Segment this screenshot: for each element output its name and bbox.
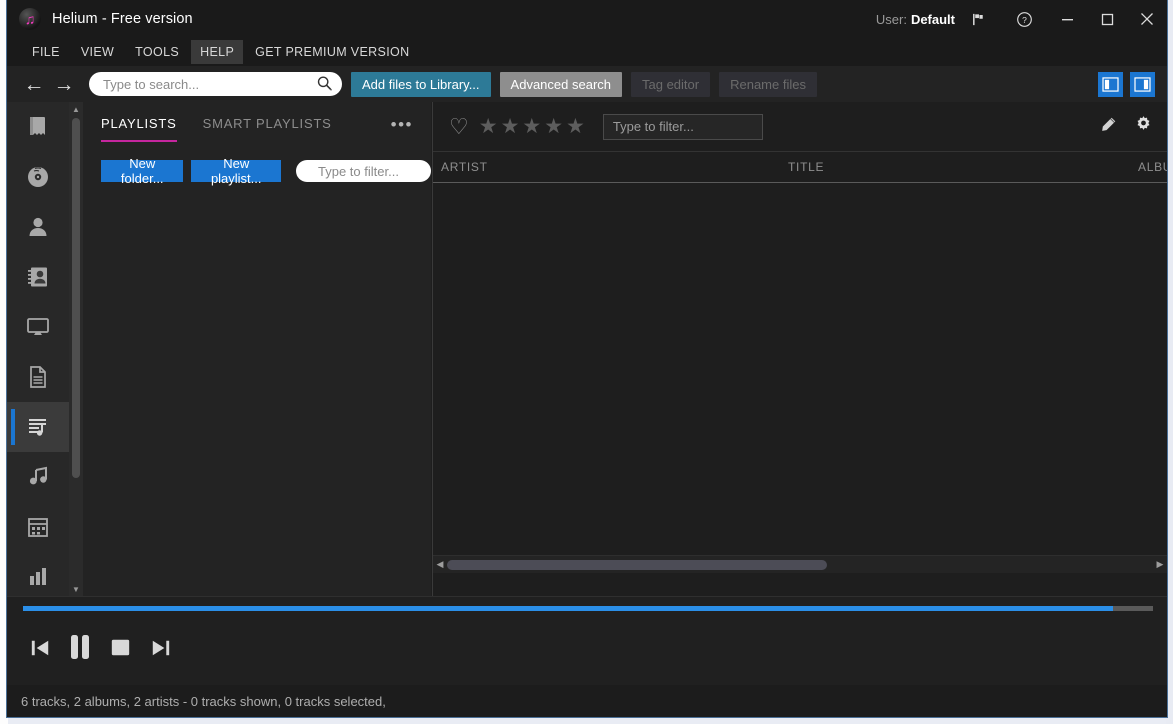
close-icon[interactable]	[1127, 0, 1167, 38]
help-icon[interactable]: ?	[1001, 0, 1047, 38]
tab-smart-playlists[interactable]: SMART PLAYLISTS	[203, 116, 332, 133]
search-box[interactable]	[89, 72, 342, 96]
menu-file[interactable]: FILE	[23, 40, 69, 64]
star-icon[interactable]: ★	[566, 116, 585, 137]
maximize-icon[interactable]	[1087, 0, 1127, 38]
playback-progress-track[interactable]	[23, 606, 1153, 611]
rating-filter-stars[interactable]: ★ ★ ★ ★ ★	[479, 116, 585, 137]
star-icon[interactable]: ★	[501, 116, 520, 137]
menu-view[interactable]: VIEW	[72, 40, 123, 64]
menu-bar: FILE VIEW TOOLS HELP GET PREMIUM VERSION	[7, 38, 1167, 66]
sidebar-item-display[interactable]	[7, 302, 69, 352]
layout-toggle-group	[1098, 72, 1155, 97]
hscroll-thumb[interactable]	[447, 560, 827, 570]
star-icon[interactable]: ★	[479, 116, 498, 137]
track-grid-horizontal-scrollbar[interactable]: ◀ ▶	[433, 555, 1167, 573]
hscroll-track[interactable]	[447, 560, 1153, 570]
tag-editor-button[interactable]: Tag editor	[631, 72, 710, 97]
heart-outline-icon[interactable]: ♡	[449, 116, 469, 138]
track-grid-column-headers: ARTIST TITLE ALBU	[433, 152, 1167, 183]
application-root: ♫ Helium - Free version User: Default ?	[0, 0, 1173, 724]
rail-scroll-up-icon[interactable]: ▲	[69, 102, 83, 116]
rail-scrollbar[interactable]: ▲ ▼	[69, 102, 83, 596]
playlists-action-row: New folder... New playlist...	[83, 160, 431, 182]
menu-tools[interactable]: TOOLS	[126, 40, 188, 64]
new-playlist-button[interactable]: New playlist...	[191, 160, 281, 182]
rail-scroll-down-icon[interactable]: ▼	[69, 582, 83, 596]
status-bar-text: 6 tracks, 2 albums, 2 artists - 0 tracks…	[21, 694, 386, 709]
rail-scroll-thumb[interactable]	[72, 118, 80, 478]
svg-text:?: ?	[1022, 14, 1027, 24]
layout-left-panel-toggle-icon[interactable]	[1098, 72, 1123, 97]
sidebar-item-calendar[interactable]	[7, 502, 69, 552]
column-header-album[interactable]: ALBU	[1138, 160, 1168, 174]
playlists-filter-input[interactable]	[296, 160, 431, 182]
track-filter-input[interactable]	[603, 114, 763, 140]
sidebar-item-albums[interactable]	[7, 152, 69, 202]
hscroll-left-arrow-icon[interactable]: ◀	[433, 559, 447, 570]
title-bar: ♫ Helium - Free version User: Default ?	[7, 0, 1167, 38]
sidebar-item-files[interactable]	[7, 352, 69, 402]
rename-files-button[interactable]: Rename files	[719, 72, 817, 97]
main-toolbar: ← → Add files to Library... Advanced sea…	[7, 66, 1167, 102]
playlists-tab-bar: PLAYLISTS SMART PLAYLISTS •••	[83, 102, 431, 146]
menu-get-premium-version[interactable]: GET PREMIUM VERSION	[246, 40, 418, 64]
main-body: ▲ ▼ PLAYLISTS SMART PLAYLISTS ••• New fo…	[7, 102, 1167, 596]
track-list-header-actions	[1100, 115, 1153, 139]
gear-settings-icon[interactable]	[1134, 115, 1153, 139]
new-folder-button[interactable]: New folder...	[101, 160, 183, 182]
music-note-icon: ♫	[19, 8, 41, 30]
sidebar-item-artists[interactable]	[7, 202, 69, 252]
hscroll-right-arrow-icon[interactable]: ▶	[1153, 559, 1167, 570]
helium-main-window: ♫ Helium - Free version User: Default ?	[6, 0, 1168, 718]
star-icon[interactable]: ★	[522, 116, 541, 137]
pencil-edit-icon[interactable]	[1100, 116, 1117, 138]
search-icon[interactable]	[316, 75, 333, 97]
track-list-header-bar: ♡ ★ ★ ★ ★ ★	[433, 102, 1167, 152]
forward-arrow-icon[interactable]: →	[49, 69, 79, 99]
minimize-icon[interactable]	[1047, 0, 1087, 38]
player-bar: 02:49 02:55 Unknown artist - Untitled tr…	[7, 596, 1167, 685]
column-header-title[interactable]: TITLE	[788, 160, 824, 174]
previous-track-button[interactable]	[21, 625, 59, 669]
sidebar-item-playlists[interactable]	[7, 402, 69, 452]
user-name: Default	[911, 12, 955, 27]
playlists-more-options-icon[interactable]: •••	[391, 116, 413, 133]
playlists-list[interactable]	[83, 182, 431, 562]
sidebar-item-music-notes[interactable]	[7, 452, 69, 502]
stop-button[interactable]	[101, 625, 139, 669]
pause-button[interactable]	[61, 625, 99, 669]
sidebar-item-album-artists[interactable]	[7, 252, 69, 302]
flag-icon[interactable]	[955, 0, 1001, 38]
playlists-panel: PLAYLISTS SMART PLAYLISTS ••• New folder…	[83, 102, 431, 596]
star-icon[interactable]: ★	[544, 116, 563, 137]
layout-right-panel-toggle-icon[interactable]	[1130, 72, 1155, 97]
tab-playlists[interactable]: PLAYLISTS	[101, 116, 177, 133]
search-input[interactable]	[103, 77, 313, 92]
menu-help[interactable]: HELP	[191, 40, 243, 64]
sidebar-item-statistics[interactable]	[7, 552, 69, 602]
playback-progress-fill	[23, 606, 1113, 611]
back-arrow-icon[interactable]: ←	[19, 69, 49, 99]
track-grid-rows[interactable]	[433, 183, 1167, 555]
sidebar-item-library[interactable]	[7, 102, 69, 152]
add-files-to-library-button[interactable]: Add files to Library...	[351, 72, 491, 97]
transport-controls	[21, 625, 179, 669]
track-list-panel: ♡ ★ ★ ★ ★ ★	[432, 102, 1167, 596]
advanced-search-button[interactable]: Advanced search	[500, 72, 622, 97]
window-title: Helium - Free version	[52, 11, 193, 27]
title-bar-right-group: User: Default ?	[876, 0, 1167, 38]
next-track-button[interactable]	[141, 625, 179, 669]
user-label: User:	[876, 12, 907, 27]
column-header-artist[interactable]: ARTIST	[441, 160, 488, 174]
navigation-rail	[7, 102, 69, 596]
status-bar: 6 tracks, 2 albums, 2 artists - 0 tracks…	[7, 685, 1167, 717]
